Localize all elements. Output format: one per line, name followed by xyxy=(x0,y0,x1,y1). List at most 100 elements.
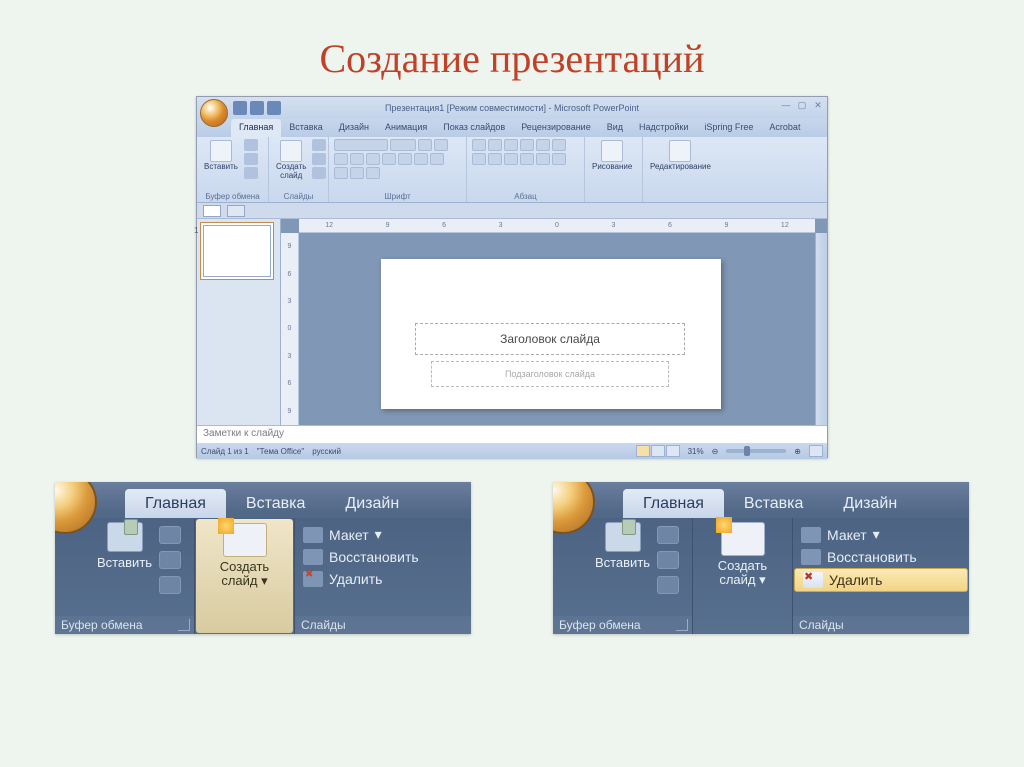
para-btn[interactable] xyxy=(488,139,502,151)
thumbnail-number: 1 xyxy=(194,226,198,235)
tab-home[interactable]: Главная xyxy=(231,119,281,137)
zoom-out-icon[interactable]: ⊖ xyxy=(712,447,719,456)
status-bar: Слайд 1 из 1 "Тема Office" русский 31% ⊖… xyxy=(197,443,827,459)
font-btn[interactable] xyxy=(390,139,416,151)
zoom-in-icon[interactable]: ⊕ xyxy=(794,447,801,456)
font-btn[interactable] xyxy=(418,139,432,151)
tab-home[interactable]: Главная xyxy=(125,489,226,518)
tab-design[interactable]: Дизайн xyxy=(823,489,917,518)
undo-icon[interactable] xyxy=(250,101,264,115)
tab-design[interactable]: Дизайн xyxy=(331,119,377,137)
layout-option[interactable]: Макет ▾ xyxy=(295,523,471,546)
font-btn[interactable] xyxy=(382,153,396,165)
tab-review[interactable]: Рецензирование xyxy=(513,119,599,137)
minimize-icon[interactable]: — xyxy=(781,100,791,111)
notes-pane[interactable]: Заметки к слайду xyxy=(197,425,827,443)
cut-icon[interactable] xyxy=(244,139,258,151)
reset-option[interactable]: Восстановить xyxy=(295,546,471,568)
tab-addins[interactable]: Надстройки xyxy=(631,119,696,137)
slideshow-view-icon[interactable] xyxy=(666,445,680,457)
para-btn[interactable] xyxy=(536,139,550,151)
subtitle-placeholder[interactable]: Подзаголовок слайда xyxy=(431,361,669,387)
ruler-tick: 6 xyxy=(288,380,292,387)
para-btn[interactable] xyxy=(552,139,566,151)
font-btn[interactable] xyxy=(366,167,380,179)
font-btn[interactable] xyxy=(414,153,428,165)
para-btn[interactable] xyxy=(488,153,502,165)
font-btn[interactable] xyxy=(350,153,364,165)
para-btn[interactable] xyxy=(472,153,486,165)
tab-insert[interactable]: Вставка xyxy=(226,489,325,518)
format-painter-icon[interactable] xyxy=(657,576,679,594)
tab-animation[interactable]: Анимация xyxy=(377,119,435,137)
maximize-icon[interactable]: ▢ xyxy=(797,100,807,111)
font-btn[interactable] xyxy=(398,153,412,165)
layout-option[interactable]: Макет ▾ xyxy=(793,523,969,546)
delete-icon[interactable] xyxy=(312,167,326,179)
tab-acrobat[interactable]: Acrobat xyxy=(761,119,808,137)
para-btn[interactable] xyxy=(536,153,550,165)
font-btn[interactable] xyxy=(334,139,388,151)
redo-icon[interactable] xyxy=(267,101,281,115)
font-btn[interactable] xyxy=(350,167,364,179)
tab-slideshow[interactable]: Показ слайдов xyxy=(435,119,513,137)
zoom-slider[interactable] xyxy=(726,449,786,453)
dialog-launcher-icon[interactable] xyxy=(676,619,688,631)
close-icon[interactable]: ✕ xyxy=(813,100,823,111)
drawing-button[interactable]: Рисование xyxy=(590,139,634,173)
normal-view-icon[interactable] xyxy=(636,445,650,457)
new-slide-button[interactable]: Создать слайд ▾ xyxy=(196,519,293,633)
para-btn[interactable] xyxy=(520,153,534,165)
copy-icon[interactable] xyxy=(159,551,181,569)
para-btn[interactable] xyxy=(472,139,486,151)
cut-icon[interactable] xyxy=(159,526,181,544)
font-btn[interactable] xyxy=(334,153,348,165)
zoom-level[interactable]: 31% xyxy=(688,447,704,456)
slides-tab-icon[interactable] xyxy=(203,205,221,217)
view-buttons xyxy=(636,445,680,457)
layout-icon[interactable] xyxy=(312,139,326,151)
format-painter-icon[interactable] xyxy=(159,576,181,594)
vertical-scrollbar[interactable] xyxy=(815,233,827,425)
outline-tab-icon[interactable] xyxy=(227,205,245,217)
office-button[interactable] xyxy=(200,99,228,127)
slide-canvas[interactable]: Заголовок слайда Подзаголовок слайда xyxy=(381,259,721,409)
slide-thumbnail[interactable]: 1 xyxy=(203,225,271,277)
title-placeholder[interactable]: Заголовок слайда xyxy=(415,323,685,355)
para-btn[interactable] xyxy=(520,139,534,151)
window-title: Презентация1 [Режим совместимости] - Mic… xyxy=(385,103,639,113)
para-btn[interactable] xyxy=(504,139,518,151)
para-btn[interactable] xyxy=(504,153,518,165)
tab-view[interactable]: Вид xyxy=(599,119,631,137)
group-slide-options: Макет ▾ Восстановить Удалить Слайды xyxy=(295,518,471,634)
editing-button[interactable]: Редактирование xyxy=(648,139,713,173)
tab-insert[interactable]: Вставка xyxy=(281,119,330,137)
delete-option[interactable]: Удалить xyxy=(794,568,968,592)
font-btn[interactable] xyxy=(430,153,444,165)
format-painter-icon[interactable] xyxy=(244,167,258,179)
delete-option[interactable]: Удалить xyxy=(295,568,471,590)
copy-icon[interactable] xyxy=(244,153,258,165)
tab-design[interactable]: Дизайн xyxy=(325,489,419,518)
fit-window-icon[interactable] xyxy=(809,445,823,457)
status-language[interactable]: русский xyxy=(312,447,341,456)
reset-option[interactable]: Восстановить xyxy=(793,546,969,568)
dialog-launcher-icon[interactable] xyxy=(178,619,190,631)
para-btn[interactable] xyxy=(552,153,566,165)
new-slide-label: Создать слайд xyxy=(276,163,306,181)
ruler-tick: 12 xyxy=(325,222,333,229)
font-btn[interactable] xyxy=(434,139,448,151)
tab-home[interactable]: Главная xyxy=(623,489,724,518)
new-slide-button[interactable]: Создать слайд xyxy=(274,139,308,182)
cut-icon[interactable] xyxy=(657,526,679,544)
save-icon[interactable] xyxy=(233,101,247,115)
copy-icon[interactable] xyxy=(657,551,679,569)
font-btn[interactable] xyxy=(334,167,348,179)
paste-button[interactable]: Вставить xyxy=(202,139,240,173)
reset-icon[interactable] xyxy=(312,153,326,165)
new-slide-button[interactable]: Создать слайд ▾ xyxy=(693,518,792,634)
tab-insert[interactable]: Вставка xyxy=(724,489,823,518)
sorter-view-icon[interactable] xyxy=(651,445,665,457)
tab-ispring[interactable]: iSpring Free xyxy=(696,119,761,137)
font-btn[interactable] xyxy=(366,153,380,165)
